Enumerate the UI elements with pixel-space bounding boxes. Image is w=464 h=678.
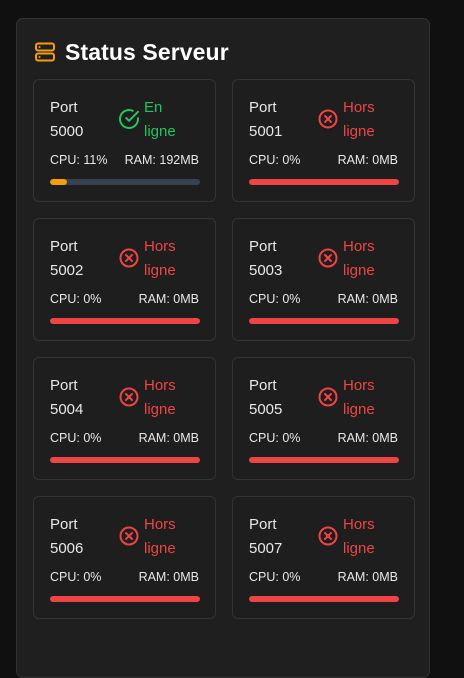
status-text: Hors ligne — [343, 235, 403, 283]
ram-usage: RAM: 0MB — [337, 292, 398, 306]
status-text: Hors ligne — [343, 374, 403, 422]
status-text-line2: ligne — [343, 540, 375, 557]
server-card: Port 5002 Hors ligne CPU: 0% RAM: 0MB — [33, 218, 216, 341]
ram-usage: RAM: 0MB — [138, 292, 199, 306]
server-grid: Port 5000 En ligne CPU: 11% RAM: 192MB Port 5… — [33, 79, 415, 619]
ram-usage: RAM: 0MB — [337, 570, 398, 584]
status-text-line2: ligne — [343, 262, 375, 279]
x-circle-icon — [317, 247, 339, 269]
cpu-usage: CPU: 0% — [249, 153, 301, 167]
cpu-progress-bar — [249, 596, 399, 602]
port-label: Port 5003 — [249, 238, 283, 279]
ram-usage: RAM: 0MB — [337, 431, 398, 445]
status-text-line2: ligne — [144, 123, 176, 140]
cpu-usage: CPU: 0% — [50, 292, 102, 306]
metrics-row: CPU: 0% RAM: 0MB — [50, 292, 199, 306]
server-card: Port 5007 Hors ligne CPU: 0% RAM: 0MB — [232, 496, 415, 619]
port-label: Port 5000 — [50, 99, 84, 140]
cpu-progress-bar — [249, 318, 399, 324]
status-text: En ligne — [144, 96, 204, 144]
server-icon — [34, 41, 56, 63]
status-text-line1: Hors — [144, 516, 176, 533]
cpu-usage: CPU: 11% — [50, 153, 108, 167]
cpu-usage: CPU: 0% — [249, 292, 301, 306]
metrics-row: CPU: 0% RAM: 0MB — [50, 431, 199, 445]
port-label: Port 5002 — [50, 238, 84, 279]
status-text: Hors ligne — [144, 235, 204, 283]
cpu-usage: CPU: 0% — [249, 570, 301, 584]
metrics-row: CPU: 0% RAM: 0MB — [249, 431, 398, 445]
metrics-row: CPU: 0% RAM: 0MB — [249, 292, 398, 306]
status-text-line2: ligne — [343, 401, 375, 418]
panel-title: Status Serveur — [65, 38, 229, 65]
status-text-line2: ligne — [144, 401, 176, 418]
status-text: Hors ligne — [343, 513, 403, 561]
x-circle-icon — [118, 525, 140, 547]
cpu-progress-bar — [50, 318, 200, 324]
status-text-line2: ligne — [343, 123, 375, 140]
server-card: Port 5003 Hors ligne CPU: 0% RAM: 0MB — [232, 218, 415, 341]
port-label: Port 5001 — [249, 99, 283, 140]
status-text-line1: Hors — [343, 99, 375, 116]
port-label: Port 5006 — [50, 516, 84, 557]
status-text-line1: En — [144, 99, 163, 116]
cpu-usage: CPU: 0% — [50, 431, 102, 445]
status-text-line1: Hors — [343, 516, 375, 533]
x-circle-icon — [317, 386, 339, 408]
x-circle-icon — [317, 108, 339, 130]
status-badge: Hors ligne — [118, 513, 204, 561]
server-card: Port 5000 En ligne CPU: 11% RAM: 192MB — [33, 79, 216, 202]
cpu-progress-bar — [50, 179, 200, 185]
status-badge: Hors ligne — [118, 374, 204, 422]
ram-usage: RAM: 0MB — [138, 570, 199, 584]
cpu-usage: CPU: 0% — [249, 431, 301, 445]
status-text-line2: ligne — [144, 262, 176, 279]
server-card: Port 5006 Hors ligne CPU: 0% RAM: 0MB — [33, 496, 216, 619]
cpu-progress-bar — [50, 457, 200, 463]
metrics-row: CPU: 0% RAM: 0MB — [249, 570, 398, 584]
status-text: Hors ligne — [343, 96, 403, 144]
status-text-line1: Hors — [343, 238, 375, 255]
metrics-row: CPU: 11% RAM: 192MB — [50, 153, 199, 167]
status-text-line1: Hors — [144, 377, 176, 394]
status-badge: Hors ligne — [118, 235, 204, 283]
port-label: Port 5005 — [249, 377, 283, 418]
status-text-line1: Hors — [144, 238, 176, 255]
status-text-line1: Hors — [343, 377, 375, 394]
cpu-progress-bar — [50, 596, 200, 602]
cpu-progress-bar — [249, 457, 399, 463]
metrics-row: CPU: 0% RAM: 0MB — [50, 570, 199, 584]
metrics-row: CPU: 0% RAM: 0MB — [249, 153, 398, 167]
ram-usage: RAM: 192MB — [124, 153, 199, 167]
cpu-progress-fill — [50, 179, 67, 185]
cpu-usage: CPU: 0% — [50, 570, 102, 584]
status-badge: Hors ligne — [317, 235, 403, 283]
x-circle-icon — [118, 386, 140, 408]
server-card: Port 5005 Hors ligne CPU: 0% RAM: 0MB — [232, 357, 415, 480]
server-card: Port 5001 Hors ligne CPU: 0% RAM: 0MB — [232, 79, 415, 202]
ram-usage: RAM: 0MB — [138, 431, 199, 445]
status-badge: Hors ligne — [317, 513, 403, 561]
panel-header: Status Serveur — [34, 39, 229, 65]
x-circle-icon — [317, 525, 339, 547]
cpu-progress-bar — [249, 179, 399, 185]
status-badge: Hors ligne — [317, 96, 403, 144]
check-circle-icon — [118, 108, 140, 130]
status-text: Hors ligne — [144, 374, 204, 422]
status-badge: En ligne — [118, 96, 204, 144]
status-text: Hors ligne — [144, 513, 204, 561]
x-circle-icon — [118, 247, 140, 269]
port-label: Port 5004 — [50, 377, 84, 418]
ram-usage: RAM: 0MB — [337, 153, 398, 167]
server-status-panel: Status Serveur Port 5000 En ligne CPU: 11% R… — [16, 18, 430, 678]
status-badge: Hors ligne — [317, 374, 403, 422]
port-label: Port 5007 — [249, 516, 283, 557]
status-text-line2: ligne — [144, 540, 176, 557]
server-card: Port 5004 Hors ligne CPU: 0% RAM: 0MB — [33, 357, 216, 480]
